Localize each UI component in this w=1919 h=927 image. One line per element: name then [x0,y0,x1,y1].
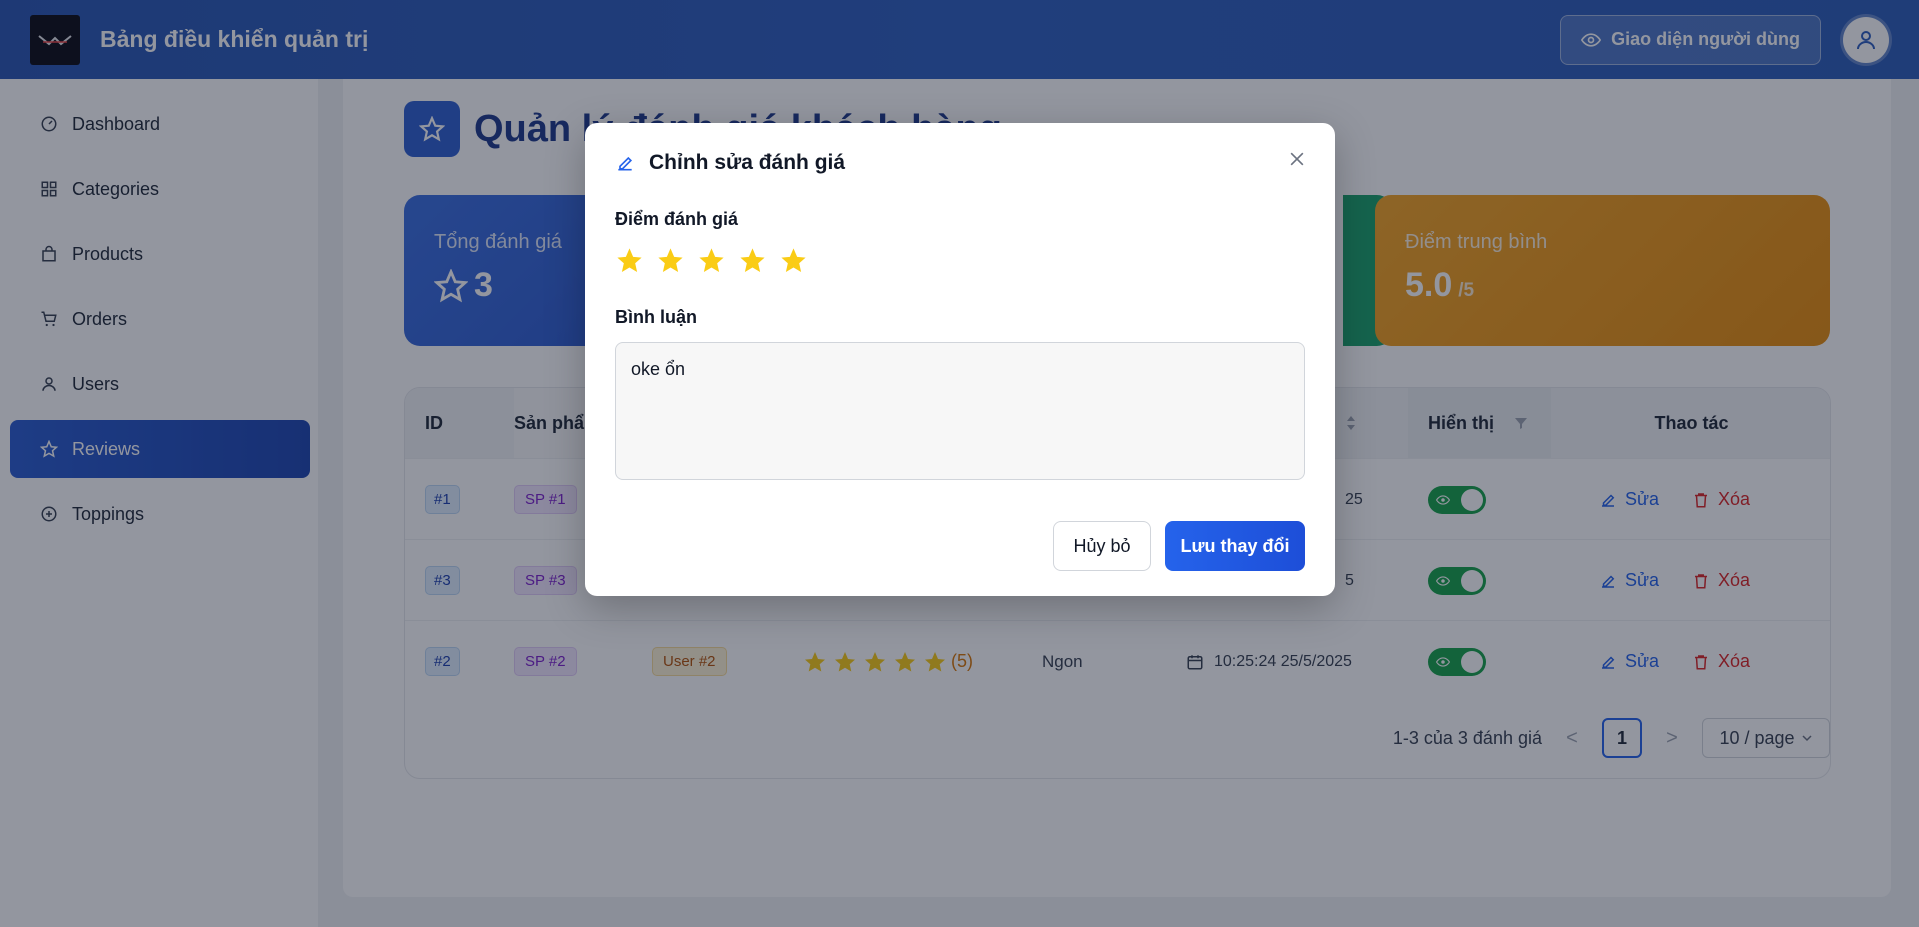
edit-icon [618,156,633,171]
comment-textarea[interactable]: oke ổn [615,342,1305,480]
star-icon[interactable] [615,246,644,275]
cancel-button[interactable]: Hủy bỏ [1053,521,1151,571]
modal-title: Chỉnh sửa đánh giá [649,151,846,174]
edit-review-modal: Chỉnh sửa đánh giá Điểm đánh giá Bình lu… [585,123,1335,596]
star-icon[interactable] [697,246,726,275]
star-icon[interactable] [656,246,685,275]
modal-header: Chỉnh sửa đánh giá [615,151,1305,175]
close-icon [1290,152,1304,166]
star-icon[interactable] [738,246,767,275]
save-button[interactable]: Lưu thay đổi [1165,521,1305,571]
close-button[interactable] [1283,145,1311,173]
comment-label: Bình luận [615,307,697,327]
star-icon[interactable] [779,246,808,275]
rating-label: Điểm đánh giá [615,209,739,229]
modal-footer: Hủy bỏ Lưu thay đổi [1053,521,1305,571]
rating-input[interactable] [615,246,1305,275]
